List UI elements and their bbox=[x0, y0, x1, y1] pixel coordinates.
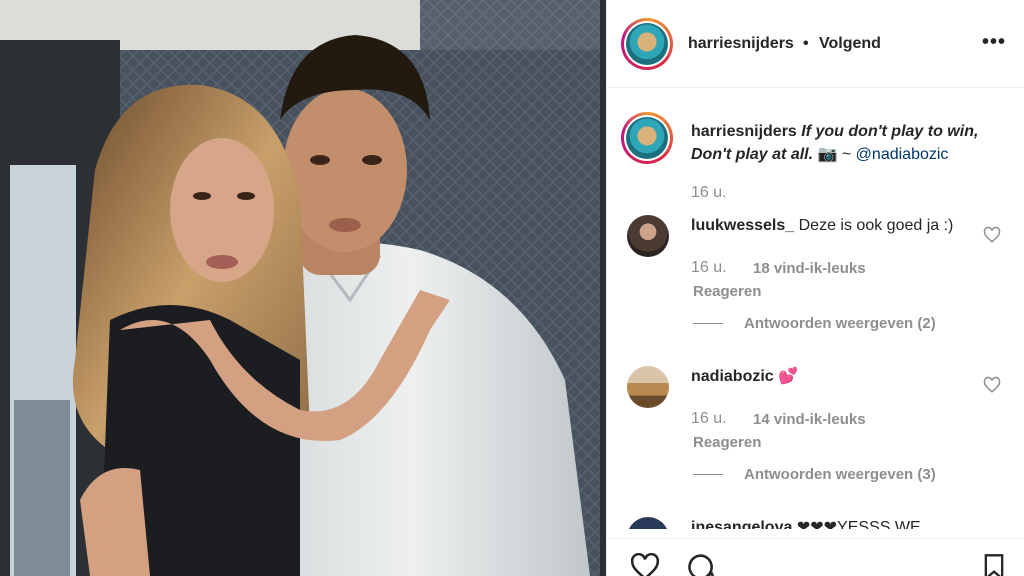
comment-text: luukwessels_ Deze is ook goed ja :) bbox=[691, 215, 953, 237]
like-comment-heart-icon[interactable] bbox=[983, 226, 1001, 244]
comment-timestamp[interactable]: 16 u. bbox=[691, 259, 727, 277]
caption-timestamp[interactable]: 16 u. bbox=[691, 184, 727, 202]
save-bookmark-icon[interactable] bbox=[981, 553, 1007, 576]
comment-text: inesangelova ❤❤❤YESSS WE bbox=[691, 517, 921, 529]
comment-text: nadiabozic 💕 bbox=[691, 366, 798, 388]
replies-divider-line bbox=[693, 474, 723, 475]
comment-username[interactable]: luukwessels_ bbox=[691, 217, 794, 234]
comments-section[interactable]: harriesnijders If you don't play to win,… bbox=[607, 89, 1024, 529]
caption-avatar[interactable] bbox=[621, 112, 673, 164]
comment-body: ❤❤❤YESSS WE bbox=[796, 519, 921, 529]
like-comment-heart-icon[interactable] bbox=[983, 376, 1001, 394]
separator-dot: • bbox=[803, 35, 809, 52]
post-side-panel: harriesnijders • Volgend ••• harriesnijd… bbox=[606, 0, 1024, 576]
like-heart-icon[interactable] bbox=[629, 553, 661, 576]
comment-reply-button[interactable]: Reageren bbox=[693, 434, 761, 451]
post-photo[interactable] bbox=[0, 0, 606, 576]
photo-illustration bbox=[0, 0, 606, 576]
comment-bubble-icon[interactable] bbox=[685, 553, 717, 576]
view-replies-button[interactable]: Antwoorden weergeven (2) bbox=[744, 315, 936, 332]
more-options-icon[interactable]: ••• bbox=[982, 32, 1010, 54]
caption-mention-link[interactable]: @nadiabozic bbox=[856, 146, 949, 163]
caption-text: harriesnijders If you don't play to win,… bbox=[691, 120, 1001, 166]
comment-body: Deze is ook goed ja :) bbox=[798, 217, 954, 234]
comment-body: 💕 bbox=[778, 368, 799, 385]
comment-username[interactable]: nadiabozic bbox=[691, 368, 774, 385]
post-action-bar bbox=[607, 538, 1024, 576]
caption-tilde: ~ bbox=[841, 146, 852, 163]
author-username[interactable]: harriesnijders bbox=[688, 35, 794, 53]
comment-likes-count[interactable]: 14 vind-ik-leuks bbox=[753, 411, 866, 428]
comment-timestamp[interactable]: 16 u. bbox=[691, 410, 727, 428]
comment-avatar-nadiabozic[interactable] bbox=[627, 366, 669, 408]
caption-username[interactable]: harriesnijders bbox=[691, 123, 797, 140]
comment-reply-button[interactable]: Reageren bbox=[693, 283, 761, 300]
camera-emoji: 📷 bbox=[817, 146, 838, 163]
replies-divider-line bbox=[693, 323, 723, 324]
comment-avatar-inesangelova[interactable] bbox=[627, 517, 669, 529]
comment-username[interactable]: inesangelova bbox=[691, 519, 792, 529]
comment-likes-count[interactable]: 18 vind-ik-leuks bbox=[753, 260, 866, 277]
follow-status-button[interactable]: Volgend bbox=[819, 35, 881, 53]
author-avatar[interactable] bbox=[621, 18, 673, 70]
post-header: harriesnijders • Volgend ••• bbox=[607, 0, 1024, 88]
comment-avatar-luukwessels[interactable] bbox=[627, 215, 669, 257]
view-replies-button[interactable]: Antwoorden weergeven (3) bbox=[744, 466, 936, 483]
